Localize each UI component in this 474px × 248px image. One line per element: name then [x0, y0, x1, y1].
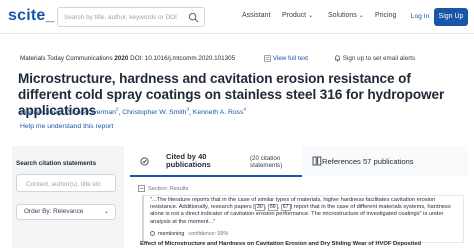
view-full-text-label: View full text	[272, 55, 308, 63]
author-name: Xiujuan Jiang	[20, 109, 61, 117]
doi[interactable]: DOI: 10.1016/j.mtcomm.2020.101305	[130, 55, 235, 62]
reference-chip[interactable]: 67	[280, 204, 291, 212]
citation-search-input[interactable]	[26, 179, 112, 189]
cited-by-icon	[140, 157, 149, 166]
author-affiliation: 4	[243, 107, 246, 112]
nav-product-label: Product	[282, 12, 307, 19]
citation-search-box[interactable]	[16, 174, 116, 192]
citation-statements-count: (20 citation statements)	[250, 155, 283, 169]
citing-publication-title[interactable]: Effect of Microstructure and Hardness on…	[140, 241, 470, 247]
author-list: Xiujuan Jiang1, Nicole Overman2, Christo…	[20, 107, 246, 117]
references-icon	[312, 156, 322, 166]
global-search-input[interactable]	[64, 11, 188, 24]
bell-icon	[335, 55, 340, 62]
tab-cited-by[interactable]: Cited by 40 publications (20 citation st…	[130, 146, 302, 177]
reference-chip[interactable]: 66	[267, 204, 278, 212]
help-understand-report-link[interactable]: Help me understand this report	[20, 123, 113, 130]
chevron-down-icon: ⌄	[308, 13, 314, 19]
login-button[interactable]: Log In	[406, 8, 434, 25]
publication-year: 2020	[114, 55, 129, 62]
nav-product[interactable]: Product ⌄	[282, 12, 313, 19]
order-by-select[interactable]: Order By: Relevance ⌄	[16, 204, 116, 220]
view-full-text-link[interactable]: View full text	[264, 55, 308, 62]
scite-logo[interactable]: scite_	[8, 7, 55, 25]
sign-up-alerts-label: Sign up to set email alerts	[342, 55, 416, 63]
global-search-box[interactable]	[57, 7, 205, 27]
nav-assistant-label: Assistant	[242, 12, 271, 19]
author-name: Christopher W. Smith	[122, 109, 187, 117]
section-label: Section: Results	[148, 185, 189, 192]
quote-icon	[264, 55, 271, 62]
mention-icon	[150, 231, 155, 237]
order-by-value: Order By: Relevance	[24, 208, 84, 215]
journal-name[interactable]: Materials Today Communications	[20, 55, 113, 62]
citation-statement-text: "...The literature reports that in the c…	[150, 197, 451, 225]
statement-section: Section: Results	[138, 185, 188, 192]
mention-label: mentioning	[158, 231, 185, 237]
author-link[interactable]: Nicole Overman2	[67, 107, 118, 117]
references-count: References 57 publications	[322, 157, 414, 166]
reference-chip[interactable]: 30	[254, 204, 265, 212]
nav-solutions[interactable]: Solutions ⌄	[328, 12, 364, 19]
cited-by-count: Cited by 40 publications	[166, 152, 211, 170]
nav-solutions-label: Solutions	[328, 12, 357, 19]
search-citation-statements-title: Search citation statements	[16, 160, 97, 167]
tab-references[interactable]: References 57 publications	[302, 146, 468, 176]
nav-pricing[interactable]: Pricing	[375, 12, 396, 19]
sign-up-alerts-link[interactable]: Sign up to set email alerts	[334, 55, 415, 62]
signup-button[interactable]: Sign Up	[434, 8, 468, 26]
journal-line: Materials Today Communications 2020 DOI:…	[20, 55, 235, 62]
nav-pricing-label: Pricing	[375, 12, 397, 19]
author-link[interactable]: Christopher W. Smith3	[122, 107, 189, 117]
nav-assistant[interactable]: Assistant	[242, 12, 270, 19]
search-icon[interactable]	[188, 12, 199, 23]
author-link[interactable]: Xiujuan Jiang1	[20, 107, 63, 117]
confidence-value: confidence: 99%	[188, 231, 229, 237]
author-link[interactable]: Kenneth A. Ross4	[192, 107, 246, 117]
top-navigation-bar: scite_ Assistant Product⌄ Solutions⌄ Pri…	[0, 0, 474, 34]
chevron-down-icon: ⌄	[103, 209, 109, 215]
chevron-down-icon: ⌄	[358, 13, 364, 19]
section-icon	[138, 185, 145, 192]
mention-badge: mentioning confidence: 99%	[150, 231, 228, 237]
author-name: Nicole Overman	[67, 109, 116, 117]
author-name: Kenneth A. Ross	[192, 109, 244, 117]
